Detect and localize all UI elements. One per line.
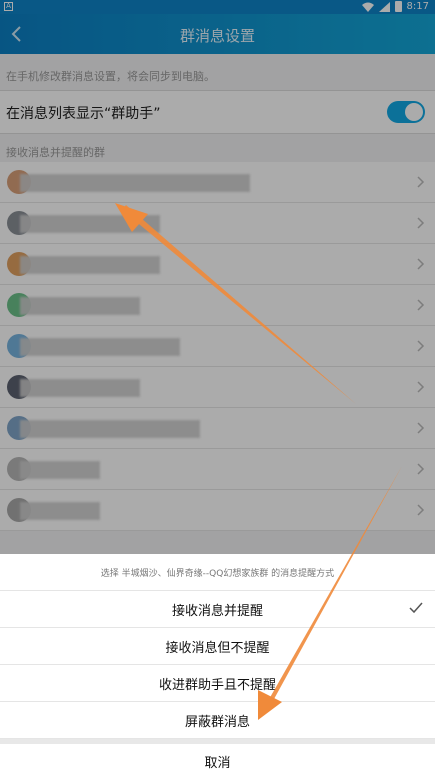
sheet-header: 选择 半城烟沙、仙界奇缘--QQ幻想家族群 的消息提醒方式 xyxy=(0,554,435,591)
checkmark-icon xyxy=(409,602,423,614)
option-block-messages[interactable]: 屏蔽群消息 xyxy=(0,702,435,739)
watermark: Baidu 经验 xyxy=(354,755,427,771)
option-label: 接收消息并提醒 xyxy=(171,603,263,619)
option-label: 收进群助手且不提醒 xyxy=(158,677,276,693)
option-receive-no-notify[interactable]: 接收消息但不提醒 xyxy=(0,628,435,665)
option-label: 接收消息但不提醒 xyxy=(165,640,270,656)
option-group-assistant[interactable]: 收进群助手且不提醒 xyxy=(0,665,435,702)
option-label: 屏蔽群消息 xyxy=(184,714,250,730)
notification-mode-sheet: 选择 半城烟沙、仙界奇缘--QQ幻想家族群 的消息提醒方式 接收消息并提醒 接收… xyxy=(0,554,435,780)
option-receive-and-notify[interactable]: 接收消息并提醒 xyxy=(0,591,435,628)
